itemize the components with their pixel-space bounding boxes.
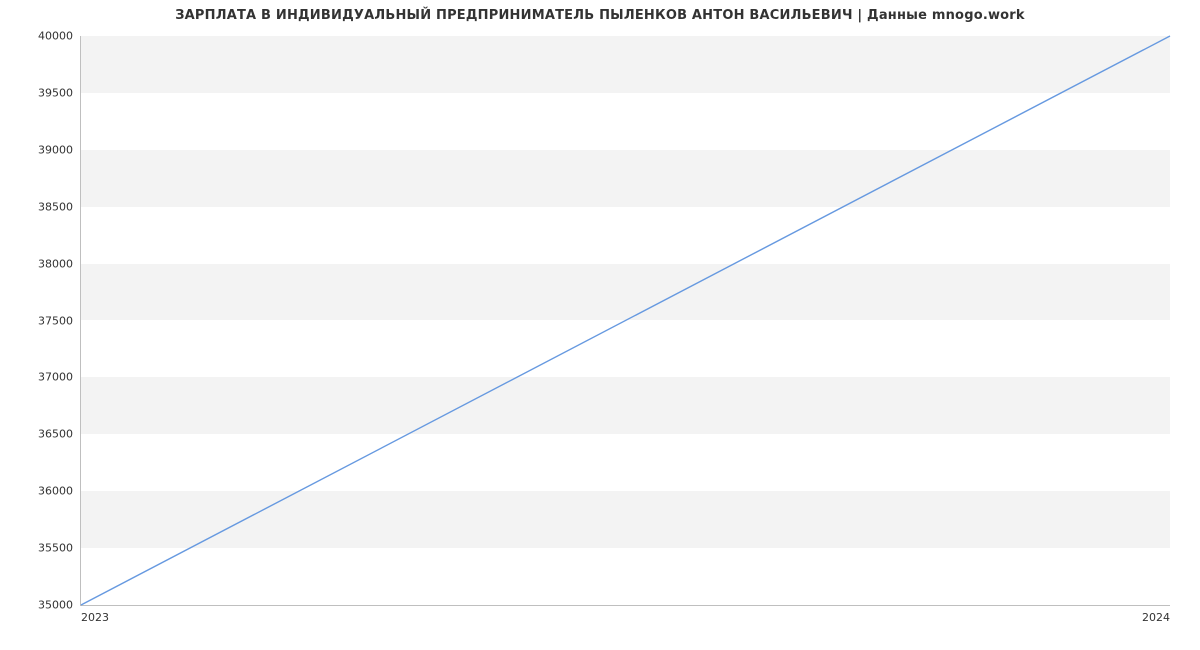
data-line: [81, 36, 1170, 605]
y-tick-label: 37500: [38, 314, 81, 327]
x-tick-label: 2024: [1142, 605, 1170, 624]
y-tick-label: 38000: [38, 257, 81, 270]
y-tick-label: 39500: [38, 86, 81, 99]
chart-title: ЗАРПЛАТА В ИНДИВИДУАЛЬНЫЙ ПРЕДПРИНИМАТЕЛ…: [0, 8, 1200, 23]
y-tick-label: 40000: [38, 30, 81, 43]
line-layer: [81, 36, 1170, 605]
y-tick-label: 37000: [38, 371, 81, 384]
y-tick-label: 35000: [38, 599, 81, 612]
plot-area: 3500035500360003650037000375003800038500…: [80, 36, 1170, 606]
chart-container: ЗАРПЛАТА В ИНДИВИДУАЛЬНЫЙ ПРЕДПРИНИМАТЕЛ…: [0, 0, 1200, 650]
x-tick-label: 2023: [81, 605, 109, 624]
y-tick-label: 36000: [38, 485, 81, 498]
y-tick-label: 38500: [38, 200, 81, 213]
y-tick-label: 36500: [38, 428, 81, 441]
y-tick-label: 39000: [38, 143, 81, 156]
y-tick-label: 35500: [38, 542, 81, 555]
